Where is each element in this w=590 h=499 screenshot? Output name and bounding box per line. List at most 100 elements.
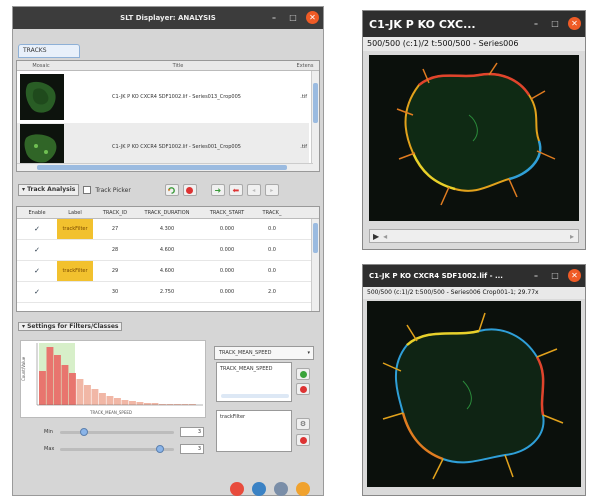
settings-header: ▾ Settings for Filters/Classes	[18, 322, 123, 332]
track-label: trackFilter	[57, 261, 93, 281]
image-thumbnail	[20, 74, 64, 120]
image-window-2-info: 500/500 (c:1)/2 t:500/500 - Series006 Cr…	[363, 287, 585, 299]
track-id: 27	[111, 226, 119, 232]
histogram-plot[interactable]: TRACK_MEAN_SPEED Count/Value	[20, 340, 206, 418]
histogram-bar	[76, 379, 84, 405]
histogram-xlabel: TRACK_MEAN_SPEED	[89, 410, 132, 415]
remove-filter-button[interactable]	[296, 434, 310, 446]
track-toolbar: ▾ Track Analysis Track Picker ➜ ⬅ ◂ ▸	[18, 182, 322, 198]
track-id: 28	[111, 247, 119, 253]
enable-checkbox[interactable]: ✓	[17, 246, 57, 254]
add-icon	[299, 370, 307, 378]
enable-checkbox[interactable]: ✓	[17, 288, 57, 296]
histogram-bar	[129, 401, 136, 405]
image-title: C1-JK P KO CXCR4 SDF1002.lif - Series001…	[112, 144, 241, 150]
refresh-button[interactable]	[164, 184, 179, 196]
min-slider-row: Min 3	[44, 426, 204, 438]
track-start: 0.000	[219, 226, 235, 232]
nav-start-button[interactable]: ◂	[246, 184, 261, 196]
maximize-icon[interactable]: □	[549, 270, 561, 282]
track-table-header: Enable Label TRACK_ID TRACK_DURATION TRA…	[17, 207, 319, 219]
track-duration: 2.750	[159, 289, 175, 295]
table-row[interactable]: ✓ 28 4.600 0.000 0.0	[17, 240, 319, 261]
previous-button[interactable]: ⬅	[228, 184, 243, 196]
save-button[interactable]	[274, 482, 288, 496]
remove-icon	[299, 436, 307, 444]
list-item[interactable]: trackFilter	[220, 414, 245, 420]
frame-slider-right[interactable]: ▸	[570, 232, 574, 241]
maximize-icon[interactable]: □	[549, 18, 561, 30]
frame-slider-left[interactable]: ◂	[383, 232, 387, 241]
feature-list[interactable]: TRACK_MEAN_SPEED	[216, 362, 292, 402]
image-table-header: Mosaic Title Extens	[17, 61, 319, 71]
image-title: C1-JK P KO CXCR4 SDF1002.lif - Series013…	[112, 94, 241, 100]
image-window-2-titlebar[interactable]: C1-JK P KO CXCR4 SDF1002.lif - ... – □ ✕	[363, 265, 585, 287]
minimize-icon[interactable]: –	[530, 18, 542, 30]
track-analysis-dropdown[interactable]: ▾ Track Analysis	[18, 184, 80, 196]
close-icon[interactable]: ✕	[306, 11, 319, 24]
track-table-vscroll[interactable]	[311, 219, 319, 311]
track-label	[57, 282, 93, 302]
analysis-titlebar[interactable]: SLT Displayer: ANALYSIS – □ ✕	[13, 7, 323, 29]
export-button[interactable]	[296, 482, 310, 496]
image-row[interactable]: C1-JK P KO CXCR4 SDF1002.lif - Series013…	[17, 73, 309, 121]
track-duration: 4.600	[159, 268, 175, 274]
min-slider[interactable]	[60, 427, 174, 436]
stop-icon	[186, 186, 194, 194]
image-window-1-playbar[interactable]: ▶ ◂ ▸	[369, 229, 579, 243]
filter-list[interactable]: trackFilter	[216, 410, 292, 452]
header-extension: Extens	[296, 63, 314, 69]
header-track-start: TRACK_START	[209, 209, 245, 216]
histogram-bar	[136, 402, 144, 405]
image-canvas-1[interactable]	[369, 55, 579, 221]
minimize-icon[interactable]: –	[530, 270, 542, 282]
cell-image-1	[396, 62, 556, 206]
histogram-bar	[69, 373, 76, 405]
table-row[interactable]: ✓ 30 2.750 0.000 2.0	[17, 282, 319, 303]
header-track-id: TRACK_ID	[102, 209, 128, 216]
image-window-2-title: C1-JK P KO CXCR4 SDF1002.lif - ...	[369, 272, 503, 280]
min-slider-thumb[interactable]	[80, 427, 88, 436]
close-icon[interactable]: ✕	[568, 269, 581, 282]
image-window-1-info: 500/500 (c:1)/2 t:500/500 - Series006	[363, 37, 585, 51]
record-button[interactable]	[230, 482, 244, 496]
stop-button[interactable]	[182, 184, 197, 196]
enable-checkbox[interactable]: ✓	[17, 267, 57, 275]
track-id: 30	[111, 289, 119, 295]
image-table-vscroll[interactable]	[311, 71, 319, 171]
close-icon[interactable]: ✕	[568, 17, 581, 30]
tab-tracks[interactable]: TRACKS	[18, 44, 80, 58]
header-track-extra: TRACK_	[262, 209, 282, 216]
track-picker-checkbox[interactable]	[83, 186, 92, 194]
track-extra: 0.0	[268, 247, 276, 253]
image-canvas-2[interactable]	[367, 301, 581, 487]
add-feature-button[interactable]	[296, 368, 310, 380]
remove-feature-button[interactable]	[296, 383, 310, 395]
table-row[interactable]: ✓ trackFilter 27 4.300 0.000 0.0	[17, 219, 319, 240]
next-button[interactable]: ➜	[210, 184, 225, 196]
histogram-bar	[54, 355, 61, 405]
max-slider-thumb[interactable]	[156, 444, 164, 453]
track-analysis-label: Track Analysis	[27, 186, 76, 193]
min-label: Min	[44, 429, 53, 435]
max-slider[interactable]	[60, 444, 174, 453]
list-item[interactable]: TRACK_MEAN_SPEED	[220, 366, 272, 372]
play-icon[interactable]: ▶	[373, 232, 379, 241]
enable-checkbox[interactable]: ✓	[17, 225, 57, 233]
maximize-icon[interactable]: □	[287, 12, 299, 24]
header-track-duration: TRACK_DURATION	[144, 209, 190, 216]
nav-end-button[interactable]: ▸	[264, 184, 279, 196]
image-window-1-titlebar[interactable]: C1-JK P KO CXC... – □ ✕	[363, 11, 585, 37]
info-button[interactable]	[252, 482, 266, 496]
image-table-hscroll[interactable]	[17, 163, 313, 171]
table-row[interactable]: ✓ trackFilter 29 4.600 0.000 0.0	[17, 261, 319, 282]
histogram-bar	[144, 403, 151, 405]
track-table: Enable Label TRACK_ID TRACK_DURATION TRA…	[16, 206, 320, 312]
minimize-icon[interactable]: –	[268, 12, 280, 24]
settings-dropdown[interactable]: ▾ Settings for Filters/Classes	[18, 322, 123, 331]
header-title: Title	[172, 63, 184, 69]
feature-select[interactable]: TRACK_MEAN_SPEED ▾	[214, 346, 314, 360]
max-spinner[interactable]: 3	[180, 444, 204, 454]
filter-options-button[interactable]: ⚙	[296, 418, 310, 430]
min-spinner[interactable]: 3	[180, 427, 204, 437]
